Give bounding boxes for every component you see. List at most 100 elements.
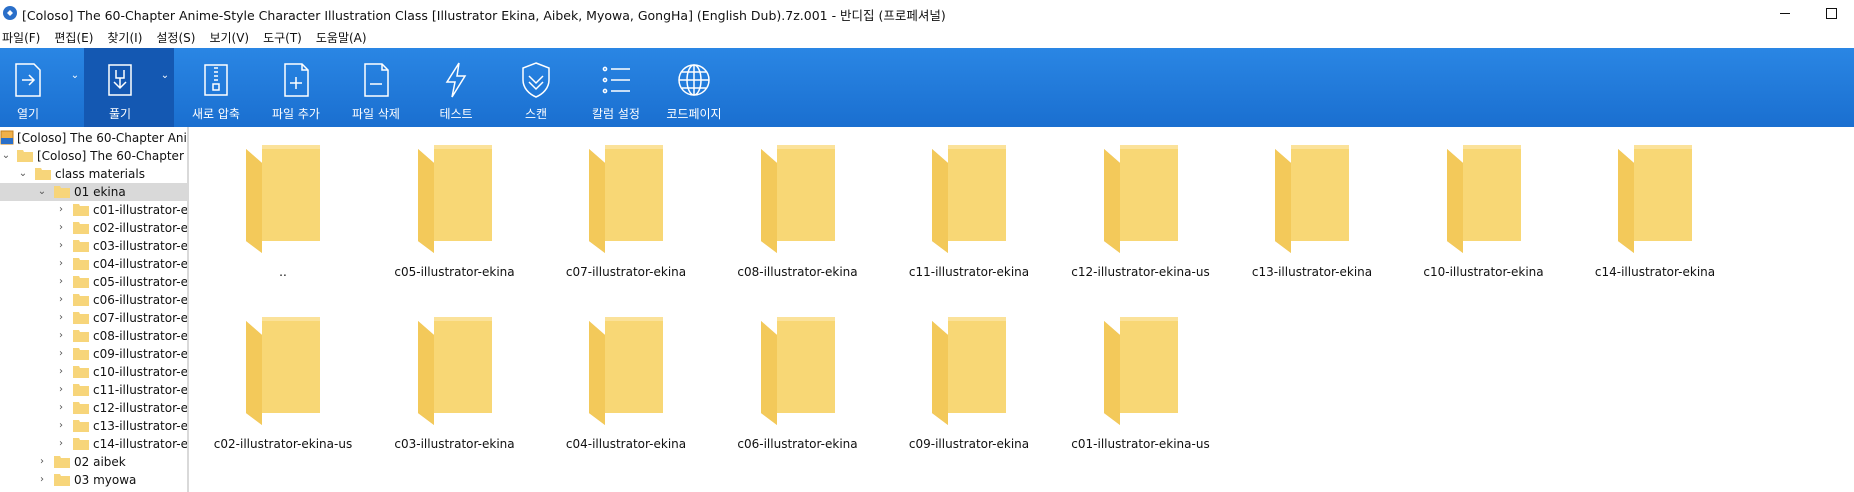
- folder-name: c10-illustrator-ekina: [1423, 265, 1544, 279]
- minimize-button[interactable]: [1762, 0, 1808, 26]
- tree-item-chapter[interactable]: › c14-illustrator-ek: [0, 435, 188, 453]
- column-settings-label: 칼럼 설정: [592, 107, 640, 121]
- tree-item-chapter[interactable]: › c09-illustrator-ek: [0, 345, 188, 363]
- tree-item-archive[interactable]: ⌄ [Coloso] The 60-Chapter An: [0, 147, 188, 165]
- tree-item-ekina[interactable]: ⌄ 01 ekina: [0, 183, 188, 201]
- folder-item[interactable]: c04-illustrator-ekina: [541, 301, 711, 471]
- chevron-right-icon[interactable]: ›: [55, 201, 67, 219]
- maximize-button[interactable]: [1808, 0, 1854, 26]
- tree-item-chapter[interactable]: › c03-illustrator-ek: [0, 237, 188, 255]
- menu-tools[interactable]: 도구(T): [263, 29, 302, 46]
- codepage-button[interactable]: 코드페이지: [656, 48, 732, 127]
- folder-item[interactable]: c09-illustrator-ekina: [884, 301, 1054, 471]
- tree-item-chapter[interactable]: › c07-illustrator-ek: [0, 309, 188, 327]
- folder-icon: [73, 402, 89, 414]
- chevron-right-icon[interactable]: ›: [55, 363, 67, 381]
- folder-item[interactable]: c06-illustrator-ekina: [713, 301, 883, 471]
- tree-item-chapter[interactable]: › c04-illustrator-ek: [0, 255, 188, 273]
- menu-settings[interactable]: 설정(S): [156, 29, 195, 46]
- folder-item[interactable]: c12-illustrator-ekina-us: [1056, 129, 1226, 299]
- chevron-right-icon[interactable]: ›: [36, 453, 48, 471]
- tree-item-chapter[interactable]: › c08-illustrator-ek: [0, 327, 188, 345]
- chevron-right-icon[interactable]: ›: [36, 471, 48, 489]
- folder-item[interactable]: c13-illustrator-ekina: [1227, 129, 1397, 299]
- tree-item-chapter[interactable]: › c06-illustrator-ek: [0, 291, 188, 309]
- folder-item[interactable]: c14-illustrator-ekina: [1570, 129, 1740, 299]
- column-settings-button[interactable]: 칼럼 설정: [580, 48, 652, 127]
- folder-icon: [73, 258, 89, 270]
- folder-item[interactable]: ..: [198, 129, 368, 299]
- folder-icon: [246, 145, 320, 253]
- folder-name: c13-illustrator-ekina: [1251, 265, 1373, 279]
- tree-item-chapter[interactable]: › c10-illustrator-ek: [0, 363, 188, 381]
- folder-icon: [932, 145, 1006, 253]
- chevron-right-icon[interactable]: ›: [55, 309, 67, 327]
- chevron-right-icon[interactable]: ›: [55, 399, 67, 417]
- chevron-right-icon[interactable]: ›: [55, 381, 67, 399]
- menu-view[interactable]: 보기(V): [209, 29, 249, 46]
- chevron-down-icon[interactable]: ⌄: [36, 183, 48, 201]
- tree-item-chapter[interactable]: › c11-illustrator-ek: [0, 381, 188, 399]
- tree-item-label: c01-illustrator-ek: [93, 203, 188, 217]
- folder-name: c07-illustrator-ekina: [565, 265, 687, 279]
- chevron-right-icon[interactable]: ›: [55, 273, 67, 291]
- tree-item-label: c10-illustrator-ek: [93, 365, 188, 379]
- open-archive-icon: [15, 63, 41, 97]
- tree-item-aibek[interactable]: › 02 aibek: [0, 453, 188, 471]
- folder-item[interactable]: c10-illustrator-ekina: [1399, 129, 1569, 299]
- scan-button[interactable]: 스캔: [500, 48, 572, 127]
- chevron-right-icon[interactable]: ›: [55, 345, 67, 363]
- menu-help[interactable]: 도움말(A): [316, 29, 367, 46]
- folder-icon: [760, 145, 835, 253]
- tree-item-chapter[interactable]: › c13-illustrator-ek: [0, 417, 188, 435]
- tree-item-chapter[interactable]: › c02-illustrator-ek: [0, 219, 188, 237]
- chevron-right-icon[interactable]: ›: [55, 291, 67, 309]
- menu-find[interactable]: 찾기(I): [107, 29, 142, 46]
- delete-file-button[interactable]: 파일 삭제: [340, 48, 412, 127]
- new-archive-label: 새로 압축: [192, 107, 240, 121]
- new-archive-button[interactable]: 새로 압축: [180, 48, 252, 127]
- chevron-right-icon[interactable]: ›: [55, 435, 67, 453]
- chevron-right-icon[interactable]: ›: [55, 219, 67, 237]
- folder-icon: [35, 168, 51, 180]
- open-dropdown-button[interactable]: ⌄: [66, 48, 84, 127]
- tree-item-class-materials[interactable]: ⌄ class materials: [0, 165, 188, 183]
- folder-item[interactable]: c08-illustrator-ekina: [713, 129, 883, 299]
- folder-icon: [1103, 317, 1178, 425]
- open-button[interactable]: 열기: [0, 48, 56, 127]
- chevron-down-icon[interactable]: ⌄: [17, 165, 29, 183]
- test-button[interactable]: 테스트: [420, 48, 492, 127]
- menu-file[interactable]: 파일(F): [2, 29, 40, 46]
- folder-icon: [73, 222, 89, 234]
- tree-item-myowa[interactable]: › 03 myowa: [0, 471, 188, 489]
- chevron-right-icon[interactable]: ›: [55, 417, 67, 435]
- folder-item[interactable]: c02-illustrator-ekina-us: [198, 301, 368, 471]
- chevron-right-icon[interactable]: ›: [55, 327, 67, 345]
- folder-item[interactable]: c03-illustrator-ekina: [370, 301, 540, 471]
- chevron-right-icon[interactable]: ›: [55, 237, 67, 255]
- tree-item-root[interactable]: [Coloso] The 60-Chapter Anime: [0, 129, 188, 147]
- extract-button[interactable]: 풀기: [84, 48, 156, 127]
- folder-icon: [73, 420, 89, 432]
- chevron-down-icon[interactable]: ⌄: [0, 147, 12, 165]
- folder-item[interactable]: c11-illustrator-ekina: [884, 129, 1054, 299]
- tree-item-chapter[interactable]: › c05-illustrator-ek: [0, 273, 188, 291]
- folder-icon: [1275, 145, 1349, 253]
- extract-dropdown-button[interactable]: ⌄: [156, 48, 174, 127]
- tree-item-label: c05-illustrator-ek: [93, 275, 188, 289]
- tree-item-chapter[interactable]: › c12-illustrator-ek: [0, 399, 188, 417]
- add-file-button[interactable]: 파일 추가: [260, 48, 332, 127]
- tree-item-label: c03-illustrator-ek: [93, 239, 188, 253]
- menu-edit[interactable]: 편집(E): [54, 29, 93, 46]
- extract-label: 풀기: [108, 107, 132, 121]
- folder-item[interactable]: c05-illustrator-ekina: [370, 129, 540, 299]
- tree-item-label: 03 myowa: [74, 473, 137, 487]
- codepage-label: 코드페이지: [666, 107, 722, 121]
- folder-icon: [17, 150, 33, 162]
- chevron-right-icon[interactable]: ›: [55, 255, 67, 273]
- tree-divider[interactable]: [187, 127, 188, 492]
- tree-item-chapter[interactable]: › c01-illustrator-ek: [0, 201, 188, 219]
- folder-name: c05-illustrator-ekina: [394, 265, 515, 279]
- folder-item[interactable]: c01-illustrator-ekina-us: [1056, 301, 1226, 471]
- folder-item[interactable]: c07-illustrator-ekina: [541, 129, 711, 299]
